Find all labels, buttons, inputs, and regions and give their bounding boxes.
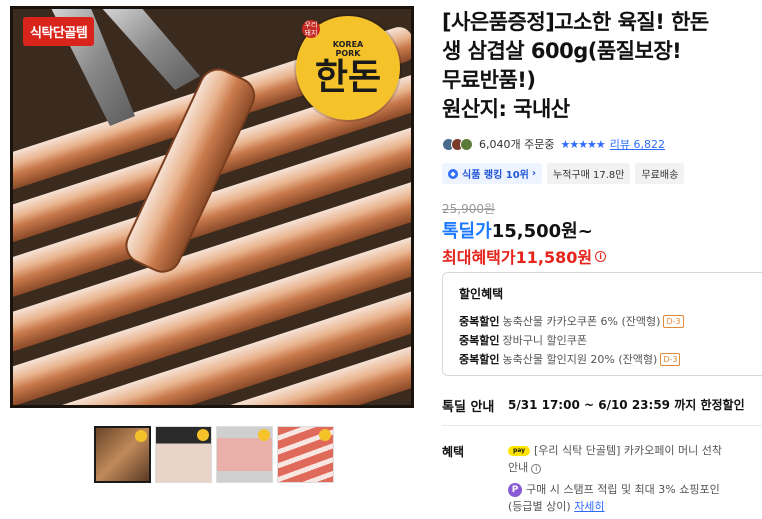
discount-row-text: 농축산물 카카오쿠폰 6% (잔액형) xyxy=(502,315,661,328)
deal-price-label: 톡딜가 xyxy=(442,221,492,242)
deal-price: 톡딜가15,500원~ xyxy=(442,217,593,243)
thumb-logo-icon xyxy=(258,429,270,441)
handdon-logo: 우리돼지 KOREA PORK 한돈 xyxy=(296,16,400,120)
title-line-2: 생 삼겹살 600g(품질보장! xyxy=(442,39,682,63)
benefit-points: P 구매 시 스탬프 적립 및 최대 3% 쇼핑포인 (등급별 상이) 자세히 xyxy=(508,481,762,515)
thumbnail-strip xyxy=(94,426,334,483)
thumb-logo-icon xyxy=(135,430,147,442)
discount-row-text: 농축산물 할인지원 20% (잔액형) xyxy=(502,353,658,366)
title-line-4: 원산지: 국내산 xyxy=(442,97,570,121)
avatar xyxy=(460,137,473,151)
divider xyxy=(442,425,762,426)
deal-notice-period: 5/31 17:00 ~ 6/10 23:59 까지 한정할인 xyxy=(508,398,745,412)
title-line-3: 무료반품!) xyxy=(442,68,536,92)
discount-header: 할인혜택 xyxy=(459,287,504,301)
free-shipping-tag: 무료배송 xyxy=(635,163,685,184)
benefit-points-text: 구매 시 스탬프 적립 및 최대 3% 쇼핑포인 xyxy=(526,483,720,496)
title-line-1: [사은품증정]고소한 육질! 한돈 xyxy=(442,10,709,34)
logo-brand-name: 한돈 xyxy=(314,56,382,98)
review-summary: 6,040개 주문중 ★★★★★ 리뷰 6,822 xyxy=(442,136,665,152)
ranking-tag[interactable]: ◆ 식품 랭킹 10위 › xyxy=(442,163,543,184)
deal-notice-label: 톡딜 안내 xyxy=(442,400,495,415)
product-main-image: 식탁단골템 우리돼지 KOREA PORK 한돈 xyxy=(10,6,414,408)
review-count-link[interactable]: 리뷰 6,822 xyxy=(610,136,665,152)
deal-notice: 톡딜 안내 5/31 17:00 ~ 6/10 23:59 까지 한정할인 xyxy=(442,396,745,415)
logo-korea-text: KOREA xyxy=(332,40,364,49)
cumulative-purchase-tag: 누적구매 17.8만 xyxy=(547,163,631,184)
discount-row-label: 중복할인 xyxy=(459,353,500,366)
order-count: 6,040개 주문중 xyxy=(479,138,555,151)
benefits-label: 혜택 xyxy=(442,445,465,459)
ranking-icon: ◆ xyxy=(448,168,458,179)
info-icon[interactable]: i xyxy=(595,250,607,262)
discount-benefits-box: 할인혜택 중복할인 농축산물 카카오쿠폰 6% (잔액형) D-3 중복할인 장… xyxy=(442,272,762,376)
thumbnail-4[interactable] xyxy=(277,426,334,483)
star-rating-icon: ★★★★★ xyxy=(560,137,605,151)
chevron-right-icon: › xyxy=(531,168,537,179)
product-title: [사은품증정]고소한 육질! 한돈 생 삼겹살 600g(품질보장! 무료반품!… xyxy=(442,8,762,124)
kakaopay-icon: pay xyxy=(508,446,530,456)
original-price: 25,900원 xyxy=(442,202,496,216)
benefit-kakaopay-text: [우리 식탁 단골템] 카카오페이 머니 선착 xyxy=(534,444,722,457)
discount-row-text: 장바구니 할인쿠폰 xyxy=(502,334,587,347)
thumbnail-3[interactable] xyxy=(216,426,273,483)
discount-row: 중복할인 농축산물 카카오쿠폰 6% (잔액형) D-3 xyxy=(459,312,755,331)
deal-price-value: 15,500원~ xyxy=(491,221,593,242)
product-badge: 식탁단골템 xyxy=(23,17,95,46)
thumb-logo-icon xyxy=(197,429,209,441)
discount-row-label: 중복할인 xyxy=(459,315,500,328)
d-day-badge: D-3 xyxy=(663,315,684,328)
d-day-badge: D-3 xyxy=(660,353,681,366)
max-price-label: 최대혜택가 xyxy=(442,248,516,267)
buyer-avatars xyxy=(442,137,473,151)
logo-corner-seal: 우리돼지 xyxy=(302,20,320,38)
info-icon[interactable]: i xyxy=(531,464,542,474)
point-icon: P xyxy=(508,483,522,497)
benefit-kakaopay: pay [우리 식탁 단골템] 카카오페이 머니 선착 안내 i xyxy=(508,442,762,476)
benefit-points-note: (등급별 상이) xyxy=(508,500,571,513)
discount-row: 중복할인 장바구니 할인쿠폰 xyxy=(459,331,755,350)
product-tags: ◆ 식품 랭킹 10위 › 누적구매 17.8만 무료배송 xyxy=(442,163,685,184)
discount-row: 중복할인 농축산물 할인지원 20% (잔액형) D-3 xyxy=(459,350,755,369)
thumb-logo-icon xyxy=(319,429,331,441)
benefit-kakaopay-guide: 안내 xyxy=(508,461,529,474)
max-price-value: 11,580원 xyxy=(515,248,593,267)
details-link[interactable]: 자세히 xyxy=(574,500,604,513)
thumbnail-1[interactable] xyxy=(94,426,151,483)
ranking-text: 식품 랭킹 10위 xyxy=(462,170,529,181)
discount-row-label: 중복할인 xyxy=(459,334,500,347)
max-benefit-price: 최대혜택가 11,580원 i xyxy=(442,244,607,268)
thumbnail-2[interactable] xyxy=(155,426,212,483)
